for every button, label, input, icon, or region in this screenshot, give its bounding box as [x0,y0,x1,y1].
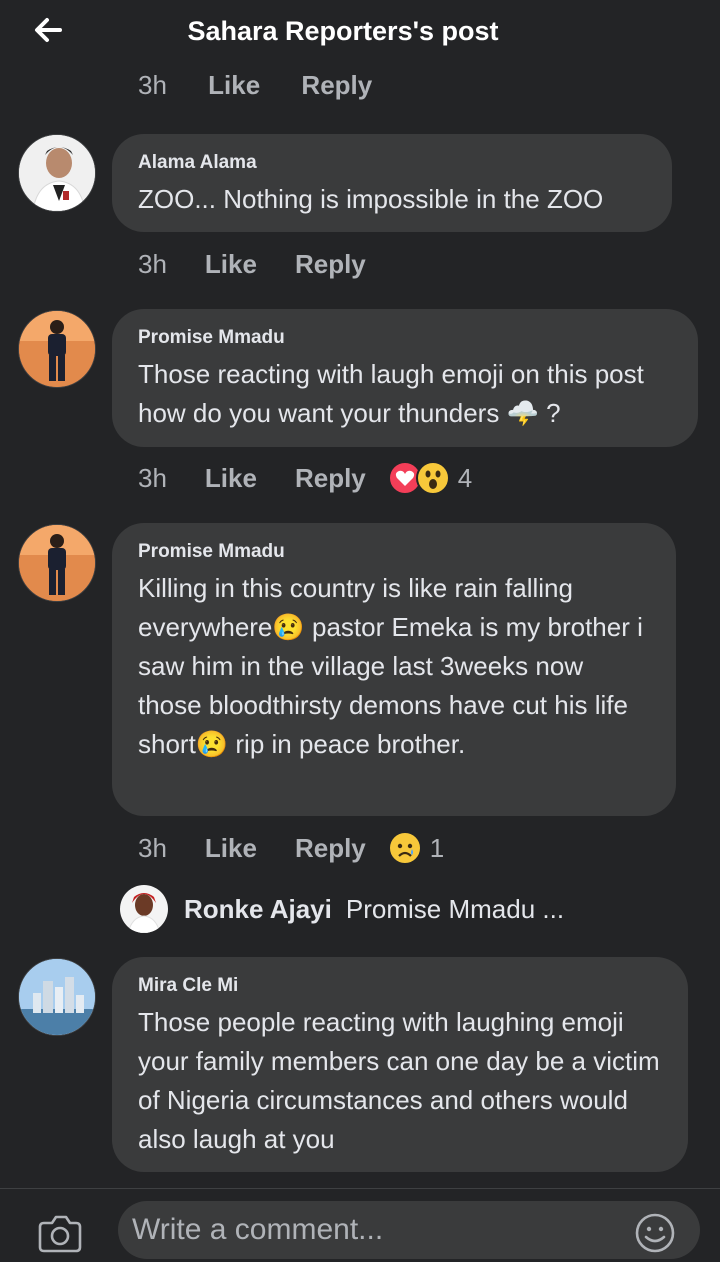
comment-text: Those people reacting with laughing emoj… [138,1007,660,1154]
previous-comment-actions: 3h Like Reply [138,70,406,110]
reply-preview[interactable]: Ronke Ajayi Promise Mmadu ... [120,884,564,934]
smiley-icon[interactable] [634,1212,676,1254]
reply-button[interactable]: Reply [295,833,366,864]
profile-photo [19,311,95,387]
sad-reaction-icon [387,831,422,865]
profile-photo [19,525,95,601]
comment-actions: 3h Like Reply 4 [138,458,472,498]
comment-bubble: Alama Alama ZOO... Nothing is impossible… [112,134,672,232]
reply-author[interactable]: Ronke Ajayi [184,894,332,925]
comment-text: Those reacting with laugh emoji on this … [138,359,644,428]
comment-actions: 3h Like Reply [138,244,388,284]
comment-bubble: Promise Mmadu Killing in this country is… [112,523,676,816]
avatar[interactable] [18,310,96,388]
reply-button[interactable]: Reply [301,70,372,100]
comment-text: ZOO... Nothing is impossible in the ZOO [138,184,604,214]
avatar[interactable] [18,524,96,602]
comment-time: 3h [138,832,167,863]
top-bar: Sahara Reporters's post [0,0,720,68]
like-button[interactable]: Like [205,249,257,280]
page-title: Sahara Reporters's post [187,16,499,46]
comment-author[interactable]: Promise Mmadu [138,541,650,563]
reply-button[interactable]: Reply [295,249,366,280]
reactions[interactable]: 4 [387,461,473,495]
comment-bubble: Mira Cle Mi Those people reacting with l… [112,957,688,1172]
profile-photo [19,135,95,211]
comment-bubble: Promise Mmadu Those reacting with laugh … [112,309,698,447]
comment-text: Killing in this country is like rain fal… [138,573,643,759]
like-button[interactable]: Like [205,833,257,864]
reactions[interactable]: 1 [387,831,445,865]
avatar[interactable] [18,958,96,1036]
comment-author[interactable]: Mira Cle Mi [138,975,662,997]
comment-actions: 3h Like Reply 1 [138,828,444,868]
reaction-count: 4 [457,462,473,493]
comment-author[interactable]: Promise Mmadu [138,327,672,349]
reply-snippet: Promise Mmadu ... [345,893,565,924]
comment-time: 3h [138,248,167,279]
camera-icon[interactable] [38,1213,82,1253]
like-button[interactable]: Like [208,70,260,100]
comment-author[interactable]: Alama Alama [138,152,646,174]
profile-photo [19,959,95,1035]
like-button[interactable]: Like [205,463,257,494]
comment-time: 3h [138,70,167,100]
wow-reaction-icon [415,461,450,495]
avatar[interactable] [18,134,96,212]
reply-button[interactable]: Reply [295,463,366,494]
avatar [120,885,168,933]
comment-input[interactable] [118,1201,700,1259]
reaction-count: 1 [429,832,445,863]
comment-time: 3h [138,462,167,493]
comment-composer [0,1188,720,1262]
